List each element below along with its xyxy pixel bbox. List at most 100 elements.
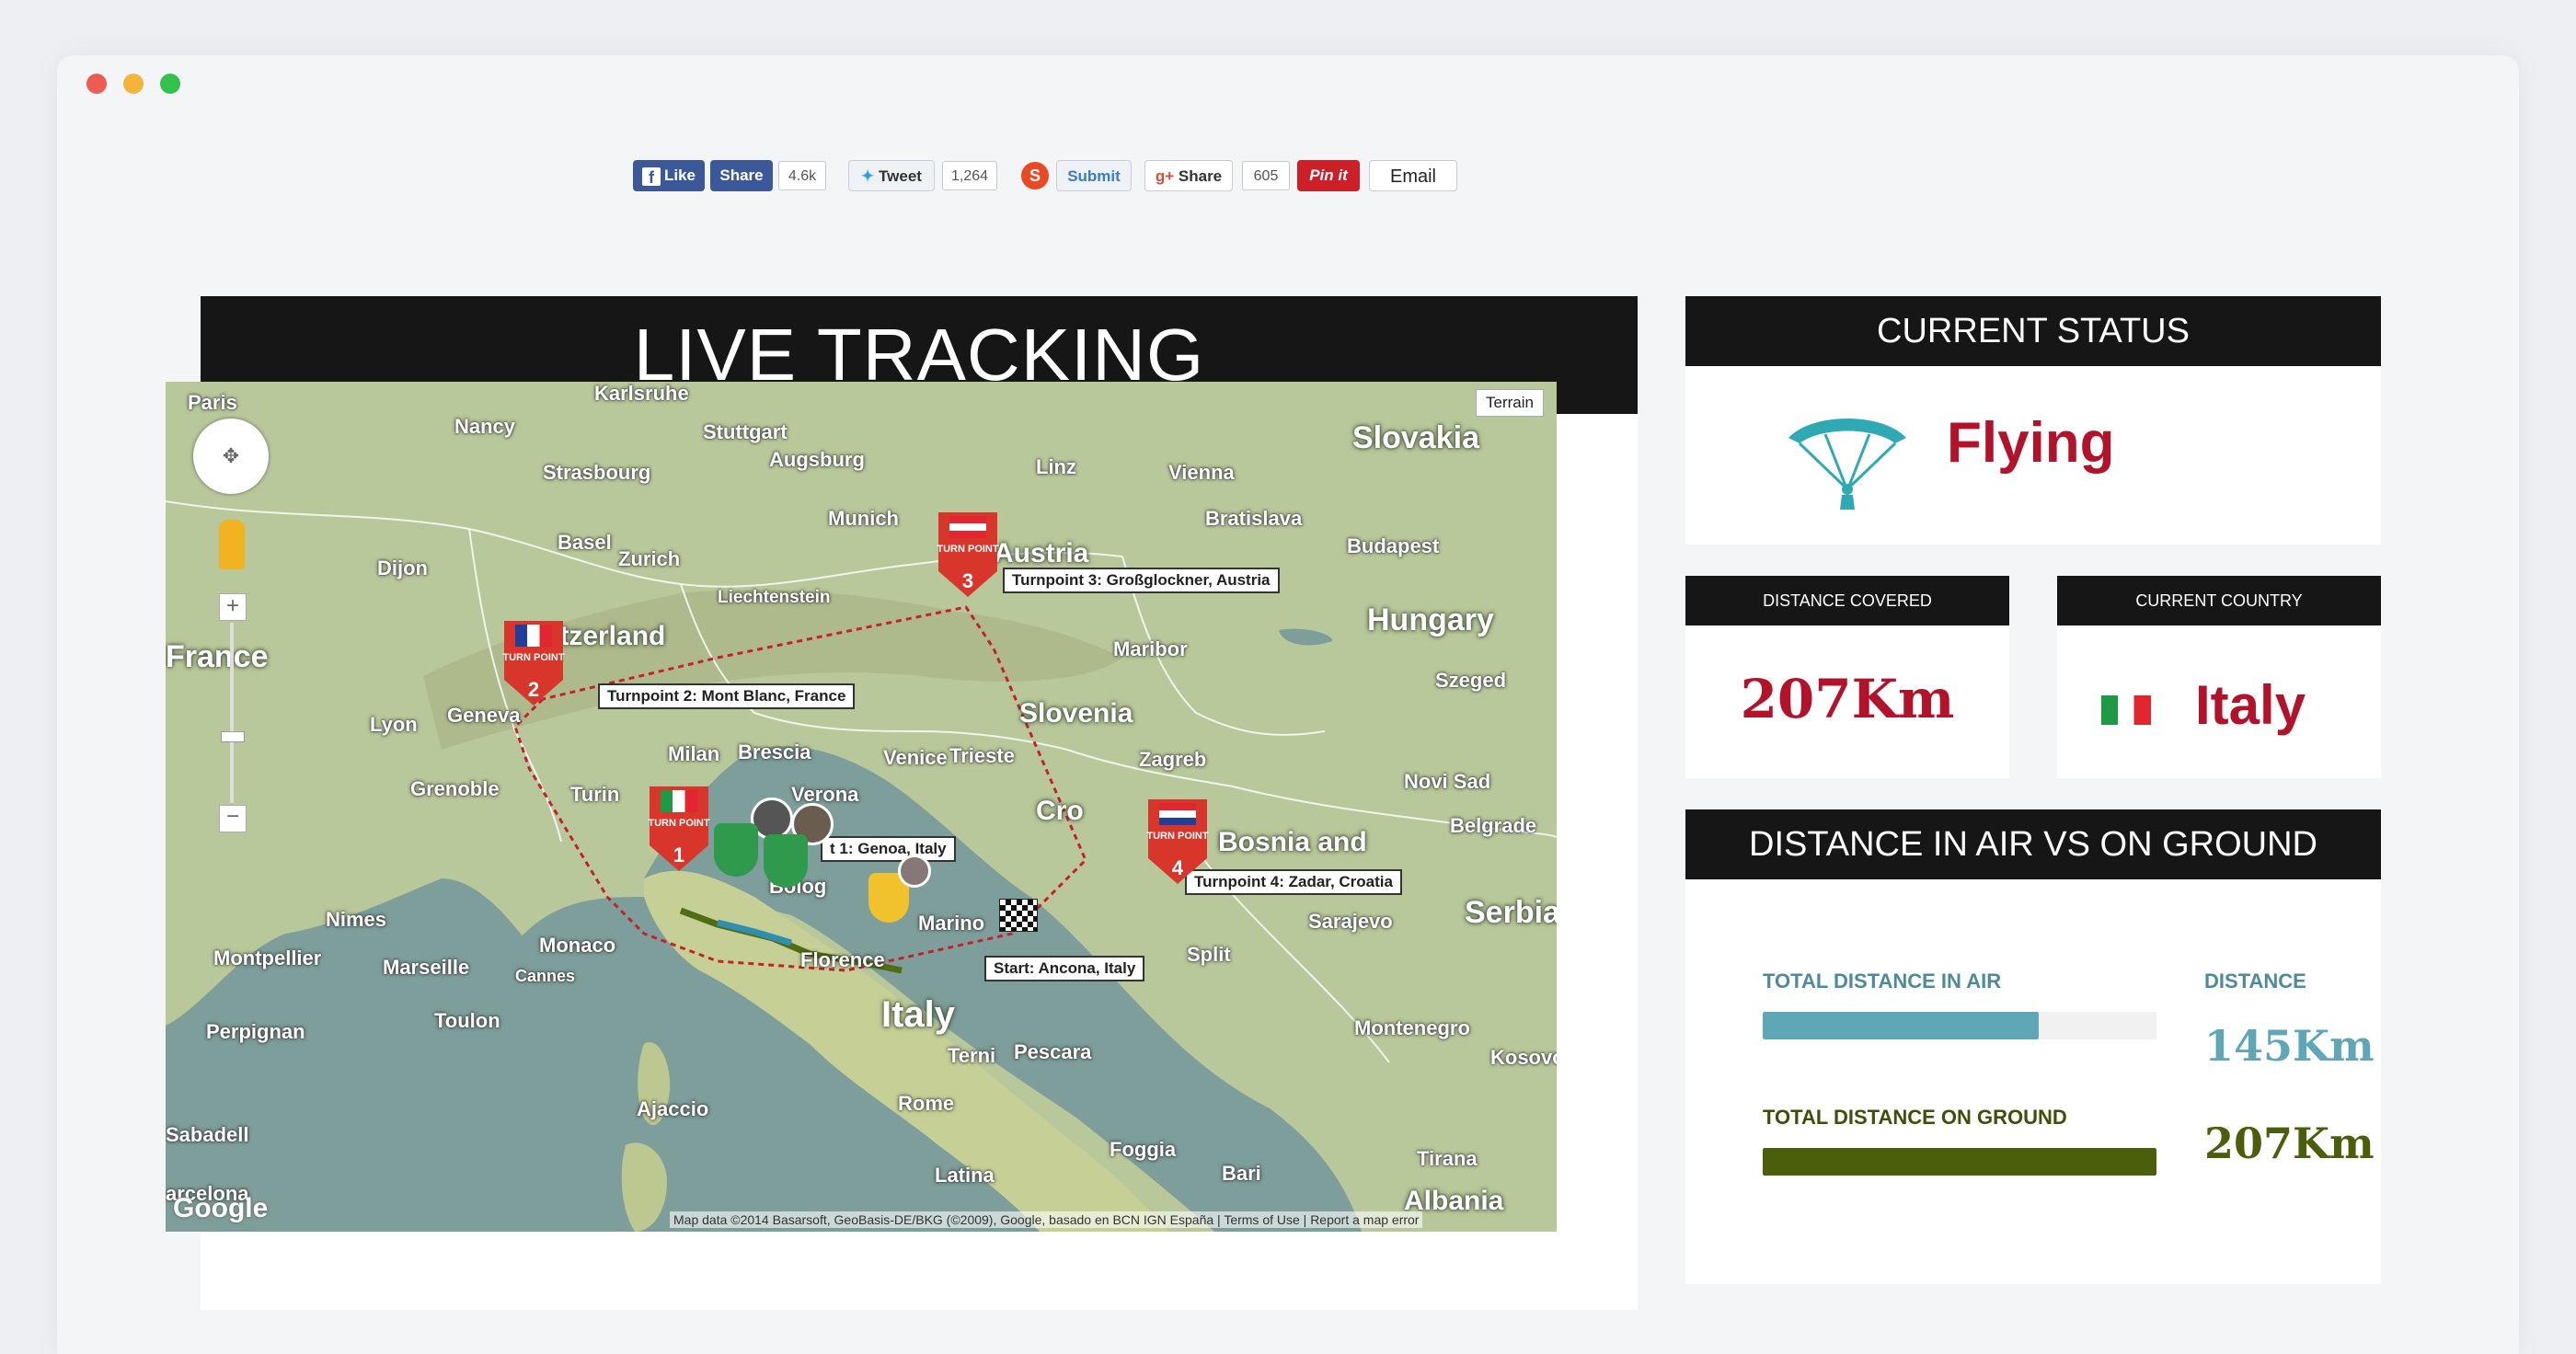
- zoom-in-button[interactable]: +: [219, 593, 247, 621]
- submit-button[interactable]: Submit: [1056, 160, 1132, 191]
- map-label-sanmarino: Marino: [918, 912, 985, 935]
- current-country-value: Italy: [2195, 674, 2306, 736]
- map-label-venice: Venice: [883, 746, 948, 769]
- email-button[interactable]: Email: [1369, 160, 1457, 191]
- map-label-slovenia: Slovenia: [1019, 698, 1133, 729]
- map-label-paris: Paris: [188, 391, 237, 414]
- map-label-linz: Linz: [1036, 455, 1076, 478]
- turnpoint-1-pin[interactable]: TURN POINT 1: [646, 786, 712, 871]
- austria-flag-icon: [949, 516, 986, 538]
- current-country-panel: Italy: [2057, 625, 2381, 778]
- map-label-novisad: Novi Sad: [1404, 770, 1491, 793]
- distance-covered-panel: 207Km: [1685, 625, 2009, 778]
- map-label-italy: Italy: [881, 994, 956, 1035]
- map-label-bratislava: Bratislava: [1205, 507, 1303, 530]
- map-label-slovakia: Slovakia: [1352, 420, 1479, 455]
- map-label-verona: Verona: [791, 783, 859, 806]
- map-label-bosnia: Bosnia and: [1218, 827, 1367, 857]
- map-label-foggia: Foggia: [1110, 1138, 1177, 1161]
- map-label-dijon: Dijon: [377, 557, 428, 579]
- map-label-trieste: Trieste: [949, 744, 1015, 767]
- turnpoint-3-callout[interactable]: Turnpoint 3: Großglockner, Austria: [1003, 568, 1280, 593]
- maximize-window-button[interactable]: [160, 74, 180, 94]
- terrain-toggle-button[interactable]: Terrain: [1476, 389, 1544, 417]
- map-label-szeged: Szeged: [1435, 669, 1507, 692]
- map-label-munich: Munich: [828, 507, 899, 530]
- turnpoint-2-callout[interactable]: Turnpoint 2: Mont Blanc, France: [598, 683, 856, 709]
- map-label-austria: Austria: [994, 538, 1089, 568]
- map-label-lyon: Lyon: [370, 713, 418, 736]
- minimize-window-button[interactable]: [123, 74, 144, 94]
- map-label-france: France: [166, 639, 269, 674]
- map-label-belgrade: Belgrade: [1450, 814, 1537, 837]
- turnpoint-4-pin[interactable]: TURN POINT 4: [1144, 799, 1211, 884]
- twitter-bird-icon: ✦: [861, 167, 875, 185]
- air-vs-ground-header: DISTANCE IN AIR VS ON GROUND: [1685, 809, 2381, 879]
- map-label-terni: Terni: [948, 1044, 996, 1067]
- air-distance-value: 145Km: [2204, 1021, 2375, 1071]
- croatia-flag-icon: [1159, 803, 1196, 825]
- zoom-slider[interactable]: [230, 623, 234, 803]
- pilot-walking-marker-icon[interactable]: [714, 823, 758, 877]
- map-label-croatia: Cro: [1036, 796, 1084, 826]
- turnpoint-1-callout[interactable]: t 1: Genoa, Italy: [821, 836, 956, 862]
- map-label-zagreb: Zagreb: [1139, 748, 1207, 771]
- map-label-brescia: Brescia: [738, 740, 811, 763]
- zoom-slider-handle[interactable]: [221, 731, 245, 742]
- street-view-pegman-icon[interactable]: [219, 520, 245, 569]
- status-value: Flying: [1947, 411, 2115, 475]
- zoom-out-button[interactable]: −: [219, 805, 247, 832]
- stumbleupon-icon[interactable]: S: [1021, 162, 1049, 189]
- turnpoint-3-pin[interactable]: TURN POINT 3: [935, 512, 1001, 597]
- map-label-tirana: Tirana: [1417, 1147, 1478, 1170]
- map-label-nimes: Nimes: [326, 908, 387, 931]
- finish-flag-icon[interactable]: [999, 899, 1038, 932]
- tweet-button[interactable]: ✦ Tweet: [848, 160, 935, 191]
- map-label-budapest: Budapest: [1347, 534, 1440, 557]
- map-attribution[interactable]: Map data ©2014 Basarsoft, GeoBasis-DE/BK…: [670, 1211, 1423, 1228]
- tracking-map[interactable]: Slovakia Austria Hungary France itzerlan…: [166, 382, 1557, 1232]
- pilot-walking-marker-icon[interactable]: [764, 834, 808, 888]
- map-label-kosovo: Kosovo: [1490, 1046, 1557, 1069]
- facebook-like-button[interactable]: f Like: [633, 160, 705, 191]
- map-label-basel: Basel: [558, 531, 612, 554]
- google-logo: Google: [173, 1193, 269, 1223]
- map-label-turin: Turin: [570, 783, 620, 806]
- italy-flag-icon: [661, 790, 697, 812]
- facebook-share-button[interactable]: Share: [710, 160, 773, 191]
- map-label-liechtenstein: Liechtenstein: [718, 588, 831, 607]
- map-label-karlsruhe: Karlsruhe: [594, 382, 689, 405]
- current-country-title: CURRENT COUNTRY: [2135, 591, 2303, 610]
- turnpoint-4-callout[interactable]: Turnpoint 4: Zadar, Croatia: [1185, 869, 1402, 895]
- current-country-header: CURRENT COUNTRY: [2057, 576, 2381, 625]
- map-label-cannes: Cannes: [515, 967, 576, 985]
- map-label-vienna: Vienna: [1168, 461, 1235, 484]
- map-label-ajaccio: Ajaccio: [637, 1097, 709, 1120]
- ground-distance-bar-fill: [1763, 1148, 2156, 1176]
- ground-distance-value: 207Km: [2204, 1119, 2375, 1168]
- map-label-hungary: Hungary: [1367, 602, 1494, 637]
- map-label-maribor: Maribor: [1113, 637, 1188, 660]
- start-callout[interactable]: Start: Ancona, Italy: [984, 956, 1145, 981]
- air-distance-bar: [1763, 1012, 2156, 1039]
- map-label-grenoble: Grenoble: [410, 777, 500, 800]
- distance-column-label: DISTANCE: [2204, 970, 2306, 993]
- map-pan-control[interactable]: ✥: [193, 419, 269, 494]
- google-plus-share-button[interactable]: g+ Share: [1144, 160, 1233, 191]
- map-label-latina: Latina: [935, 1164, 995, 1187]
- distance-covered-value: 207Km: [1740, 668, 1955, 730]
- france-flag-icon: [515, 625, 552, 647]
- distance-covered-title: DISTANCE COVERED: [1763, 591, 1932, 610]
- close-window-button[interactable]: [86, 74, 107, 94]
- map-label-milan: Milan: [668, 742, 720, 765]
- map-label-florence: Florence: [800, 948, 885, 971]
- map-label-sabadell: Sabadell: [166, 1123, 249, 1146]
- google-plus-count: 605: [1242, 161, 1290, 190]
- pinterest-pin-button[interactable]: Pin it: [1297, 160, 1360, 191]
- pilot-avatar-icon[interactable]: [898, 855, 931, 888]
- turnpoint-2-pin[interactable]: TURN POINT 2: [500, 621, 567, 706]
- map-label-geneva: Geneva: [447, 704, 521, 727]
- map-label-split: Split: [1187, 943, 1231, 966]
- map-label-sarajevo: Sarajevo: [1308, 910, 1393, 933]
- distance-covered-header: DISTANCE COVERED: [1685, 576, 2009, 625]
